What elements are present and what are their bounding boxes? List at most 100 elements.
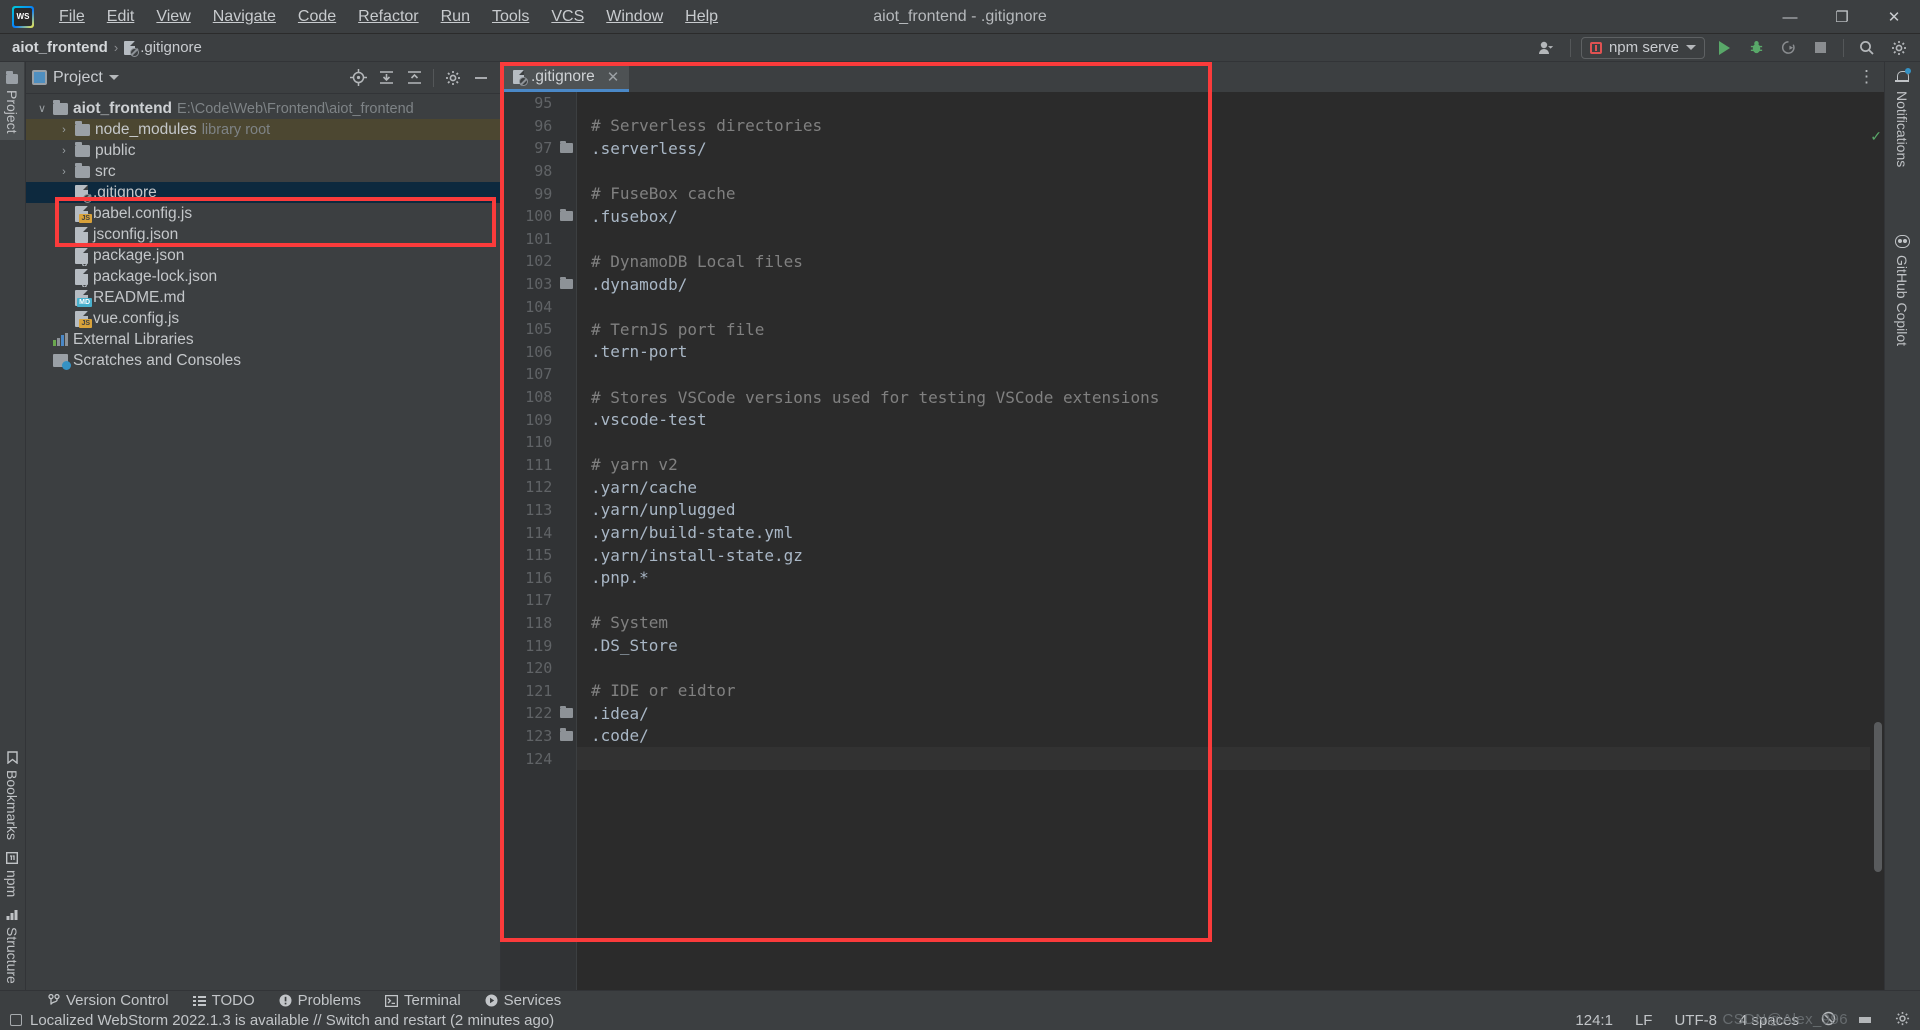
code-line[interactable]: .code/ [577, 725, 1884, 748]
chevron-down-icon[interactable] [108, 75, 119, 80]
editor-scrollbar-thumb[interactable] [1874, 722, 1882, 872]
tab-version-control[interactable]: Version Control [36, 991, 181, 1011]
breadcrumb-file[interactable]: .gitignore [124, 39, 202, 57]
gutter-line[interactable]: 102 [501, 250, 576, 273]
code-line[interactable] [577, 228, 1884, 251]
ide-notification-icon[interactable] [10, 1014, 22, 1026]
sidebar-item-npm[interactable]: npm [0, 846, 24, 903]
gutter-line[interactable]: 95 [501, 92, 576, 115]
gutter-line[interactable]: 121 [501, 679, 576, 702]
gutter-line[interactable]: 122 [501, 702, 576, 725]
gutter-line[interactable]: 100 [501, 205, 576, 228]
gutter-line[interactable]: 110 [501, 431, 576, 454]
gutter-line[interactable]: 119 [501, 634, 576, 657]
tree-node-scratches-and-consoles[interactable]: Scratches and Consoles [26, 350, 500, 371]
gutter-line[interactable]: 118 [501, 612, 576, 635]
gutter-line[interactable]: 97 [501, 137, 576, 160]
code-line[interactable]: .vscode-test [577, 408, 1884, 431]
account-icon[interactable] [1534, 37, 1560, 59]
disclosure-triangle-icon[interactable]: › [58, 124, 70, 136]
tree-node--gitignore[interactable]: .gitignore [26, 182, 500, 203]
gutter-line[interactable]: 103 [501, 273, 576, 296]
tree-node-aiot-frontend[interactable]: ∨ aiot_frontend E:\Code\Web\Frontend\aiot_… [26, 98, 500, 119]
search-icon[interactable] [1854, 37, 1880, 59]
gutter-line[interactable]: 107 [501, 363, 576, 386]
disclosure-triangle-icon[interactable]: › [58, 166, 70, 178]
menu-vcs[interactable]: VCS [540, 4, 595, 30]
code-line[interactable]: # System [577, 612, 1884, 635]
code-line[interactable] [577, 363, 1884, 386]
code-line[interactable]: # FuseBox cache [577, 182, 1884, 205]
run-with-coverage-button[interactable] [1775, 37, 1801, 59]
status-no-access-icon[interactable] [1821, 1011, 1836, 1030]
code-line[interactable]: .tern-port [577, 341, 1884, 364]
gutter-line[interactable]: 116 [501, 566, 576, 589]
code-line[interactable] [577, 160, 1884, 183]
menu-file[interactable]: File [48, 4, 96, 30]
gutter-line[interactable]: 111 [501, 454, 576, 477]
tree-node-package-json[interactable]: {} package.json [26, 245, 500, 266]
run-button[interactable] [1711, 37, 1737, 59]
tree-node-jsconfig-json[interactable]: {} jsconfig.json [26, 224, 500, 245]
tree-node-node-modules[interactable]: › node_modules library root [26, 119, 500, 140]
status-indent[interactable]: 4 spaces [1739, 1012, 1799, 1029]
gutter-line[interactable]: 120 [501, 657, 576, 680]
debug-button[interactable] [1743, 37, 1769, 59]
gutter-line[interactable]: 117 [501, 589, 576, 612]
gutter-line[interactable]: 106 [501, 341, 576, 364]
gutter-line[interactable]: 115 [501, 544, 576, 567]
locate-icon[interactable] [345, 67, 371, 89]
menu-run[interactable]: Run [430, 4, 481, 30]
menu-window[interactable]: Window [595, 4, 674, 30]
tree-node-external-libraries[interactable]: External Libraries [26, 329, 500, 350]
gutter-line[interactable]: 99 [501, 182, 576, 205]
code-line[interactable]: .DS_Store [577, 634, 1884, 657]
code-line[interactable]: # TernJS port file [577, 318, 1884, 341]
sidebar-item-notifications[interactable]: Notifications [1885, 62, 1919, 175]
error-stripe[interactable]: ✓ [1870, 122, 1884, 990]
code-line[interactable]: .serverless/ [577, 137, 1884, 160]
code-line[interactable]: .dynamodb/ [577, 273, 1884, 296]
stop-button[interactable] [1807, 37, 1833, 59]
code-content[interactable]: # Serverless directories .serverless/ # Fu… [577, 92, 1884, 990]
gutter-line[interactable]: 96 [501, 115, 576, 138]
code-line[interactable]: .pnp.* [577, 566, 1884, 589]
gutter-line[interactable]: 123 [501, 725, 576, 748]
code-line[interactable] [577, 431, 1884, 454]
menu-edit[interactable]: Edit [96, 4, 146, 30]
sidebar-item-project[interactable]: Project [0, 62, 24, 140]
run-configuration-selector[interactable]: npm serve [1580, 36, 1705, 59]
expand-all-icon[interactable] [373, 67, 399, 89]
code-line[interactable] [577, 295, 1884, 318]
tab-todo[interactable]: TODO [181, 991, 267, 1011]
code-line[interactable]: # yarn v2 [577, 454, 1884, 477]
code-line[interactable]: .yarn/unplugged [577, 499, 1884, 522]
code-line[interactable]: .idea/ [577, 702, 1884, 725]
tree-node-vue-config-js[interactable]: JS vue.config.js [26, 308, 500, 329]
code-line[interactable]: # Serverless directories [577, 115, 1884, 138]
tree-node-babel-config-js[interactable]: JS babel.config.js [26, 203, 500, 224]
minimize-button[interactable]: — [1764, 0, 1816, 34]
breadcrumb-project[interactable]: aiot_frontend [12, 39, 108, 56]
tree-node-src[interactable]: › src [26, 161, 500, 182]
close-icon[interactable]: ✕ [607, 68, 620, 86]
code-view[interactable]: 95 96 97 98 99 100 101 102 103 104 105 106 107 108 109… [501, 92, 1884, 990]
project-file-tree[interactable]: ∨ aiot_frontend E:\Code\Web\Frontend\aiot_… [26, 94, 500, 371]
gutter-line[interactable]: 114 [501, 521, 576, 544]
editor-options-icon[interactable]: ⋮ [1858, 67, 1876, 87]
code-line[interactable]: # Stores VSCode versions used for testin… [577, 386, 1884, 409]
line-number-gutter[interactable]: 95 96 97 98 99 100 101 102 103 104 105 106 107 108 109… [501, 92, 577, 990]
status-memory-icon[interactable] [1858, 1012, 1873, 1029]
collapse-all-icon[interactable] [401, 67, 427, 89]
status-caret-position[interactable]: 124:1 [1575, 1012, 1613, 1029]
menu-refactor[interactable]: Refactor [347, 4, 429, 30]
sidebar-item-bookmarks[interactable]: Bookmarks [0, 745, 24, 846]
close-button[interactable]: ✕ [1868, 0, 1920, 34]
status-settings-icon[interactable] [1895, 1011, 1910, 1030]
status-encoding[interactable]: UTF-8 [1674, 1012, 1717, 1029]
code-line[interactable] [577, 92, 1884, 115]
menu-navigate[interactable]: Navigate [202, 4, 287, 30]
menu-code[interactable]: Code [287, 4, 347, 30]
tab-problems[interactable]: Problems [267, 991, 373, 1011]
gutter-line[interactable]: 101 [501, 228, 576, 251]
